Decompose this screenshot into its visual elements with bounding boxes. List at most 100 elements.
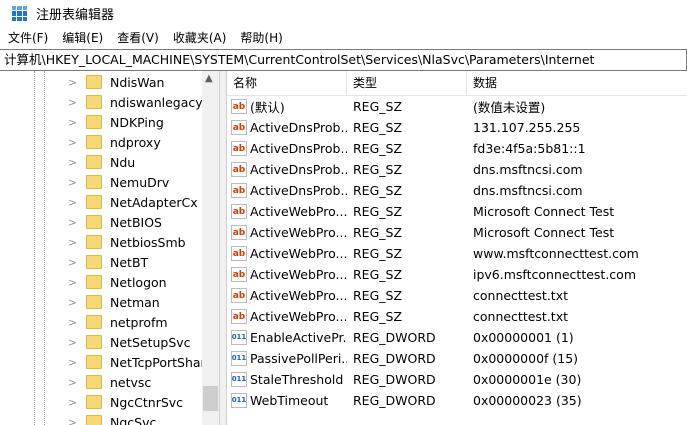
tree-item[interactable]: > NdisWan (68, 72, 164, 92)
value-row[interactable]: ab ActiveDnsProb... REG_SZ dns.msftncsi.com (227, 159, 687, 180)
tree-item[interactable]: > NgcSvc (68, 412, 156, 425)
value-row[interactable]: ab ActiveWebPro... REG_SZ connecttest.txt (227, 285, 687, 306)
tree-item-label: NgcSvc (110, 414, 157, 425)
tree-scrollbar[interactable]: ▲ (202, 71, 219, 425)
folder-icon (86, 155, 102, 169)
menu-view[interactable]: 查看(V) (117, 29, 159, 46)
tree-item[interactable]: > NetAdapterCx (68, 192, 198, 212)
menu-edit[interactable]: 编辑(E) (62, 29, 103, 46)
key-tree: > NdisWan > ndiswanlegacy > NDKPing > ndproxy > N… (0, 71, 220, 425)
tree-item[interactable]: > NetbiosSmb (68, 232, 186, 252)
folder-icon (86, 275, 102, 289)
value-row[interactable]: 011 EnableActivePr... REG_DWORD 0x00000001 … (227, 327, 687, 348)
tree-item[interactable]: > NDKPing (68, 112, 164, 132)
menu-favorites[interactable]: 收藏夹(A) (173, 29, 227, 46)
value-name: ActiveWebPro... (250, 267, 347, 282)
tree-item[interactable]: > NemuDrv (68, 172, 169, 192)
chevron-right-icon[interactable]: > (68, 336, 78, 349)
chevron-right-icon[interactable]: > (68, 136, 78, 149)
value-name: ActiveWebPro... (250, 225, 347, 240)
value-data: www.msftconnecttest.com (473, 246, 639, 261)
value-data: (数值未设置) (473, 100, 546, 115)
column-type[interactable]: 类型 (347, 70, 467, 96)
chevron-right-icon[interactable]: > (68, 156, 78, 169)
value-name: ActiveWebPro... (250, 204, 347, 219)
string-value-icon: ab (231, 267, 247, 282)
value-row[interactable]: ab ActiveWebPro... REG_SZ www.msftconnectte… (227, 243, 687, 264)
chevron-right-icon[interactable]: > (68, 116, 78, 129)
address-bar[interactable]: 计算机\HKEY_LOCAL_MACHINE\SYSTEM\CurrentCon… (0, 49, 687, 71)
value-row[interactable]: ab ActiveDnsProb... REG_SZ fd3e:4f5a:5b81::… (227, 138, 687, 159)
value-name: PassivePollPeri... (250, 351, 347, 366)
tree-item[interactable]: > NgcCtnrSvc (68, 392, 183, 412)
tree-item-label: NdisWan (110, 74, 165, 90)
tree-item[interactable]: > ndiswanlegacy (68, 92, 203, 112)
value-type: REG_SZ (353, 162, 403, 177)
tree-item[interactable]: > Netman (68, 292, 160, 312)
chevron-right-icon[interactable]: > (68, 96, 78, 109)
chevron-right-icon[interactable]: > (68, 76, 78, 89)
tree-item[interactable]: > NetSetupSvc (68, 332, 191, 352)
chevron-right-icon[interactable]: > (68, 196, 78, 209)
chevron-right-icon[interactable]: > (68, 416, 78, 425)
value-row[interactable]: ab ActiveWebPro... REG_SZ ipv6.msftconnectt… (227, 264, 687, 285)
chevron-right-icon[interactable]: > (68, 396, 78, 409)
value-row[interactable]: 011 StaleThreshold REG_DWORD 0x0000001e (30… (227, 369, 687, 390)
chevron-right-icon[interactable]: > (68, 236, 78, 249)
chevron-right-icon[interactable]: > (68, 316, 78, 329)
tree-item[interactable]: > NetBT (68, 252, 148, 272)
tree-item-label: NetAdapterCx (110, 194, 198, 210)
value-name: (默认) (250, 100, 285, 115)
tree-item-label: Netlogon (110, 274, 167, 290)
chevron-right-icon[interactable]: > (68, 296, 78, 309)
chevron-right-icon[interactable]: > (68, 176, 78, 189)
value-type: REG_SZ (353, 141, 403, 156)
value-data: connecttest.txt (473, 288, 569, 303)
chevron-right-icon[interactable]: > (68, 356, 78, 369)
tree-item[interactable]: > NetBIOS (68, 212, 162, 232)
tree-item[interactable]: > ndproxy (68, 132, 161, 152)
value-type: REG_DWORD (353, 372, 436, 387)
value-data: 0x0000001e (30) (473, 372, 582, 387)
value-data: fd3e:4f5a:5b81::1 (473, 141, 586, 156)
column-name[interactable]: 名称 (227, 70, 347, 96)
value-row[interactable]: ab ActiveWebPro... REG_SZ connecttest.txt (227, 306, 687, 327)
scroll-up-icon[interactable]: ▲ (205, 73, 213, 84)
window-title: 注册表编辑器 (36, 8, 115, 23)
value-name: ActiveDnsProb... (250, 120, 347, 135)
value-row[interactable]: 011 WebTimeout REG_DWORD 0x00000023 (35) (227, 390, 687, 411)
value-row[interactable]: ab ActiveDnsProb... REG_SZ dns.msftncsi.com (227, 180, 687, 201)
chevron-right-icon[interactable]: > (68, 216, 78, 229)
menu-file[interactable]: 文件(F) (8, 29, 48, 46)
tree-item[interactable]: > NetTcpPortSharing (68, 352, 219, 372)
chevron-right-icon[interactable]: > (68, 376, 78, 389)
value-name: ActiveWebPro... (250, 246, 347, 261)
value-name: StaleThreshold (250, 372, 344, 387)
value-type: REG_DWORD (353, 351, 436, 366)
folder-icon (86, 335, 102, 349)
value-row[interactable]: ab (默认) REG_SZ (数值未设置) (227, 96, 687, 117)
tree-item[interactable]: > Netlogon (68, 272, 167, 292)
value-type: REG_SZ (353, 204, 403, 219)
chevron-right-icon[interactable]: > (68, 256, 78, 269)
value-row[interactable]: ab ActiveWebPro... REG_SZ Microsoft Connect… (227, 222, 687, 243)
tree-item-label: NetSetupSvc (110, 334, 191, 350)
value-name: ActiveDnsProb... (250, 141, 347, 156)
value-row[interactable]: ab ActiveWebPro... REG_SZ Microsoft Connect… (227, 201, 687, 222)
value-data: connecttest.txt (473, 309, 569, 324)
value-row[interactable]: 011 PassivePollPeri... REG_DWORD 0x0000000f… (227, 348, 687, 369)
tree-item[interactable]: > netprofm (68, 312, 168, 332)
tree-item[interactable]: > netvsc (68, 372, 151, 392)
folder-icon (86, 395, 102, 409)
value-row[interactable]: ab ActiveDnsProb... REG_SZ 131.107.255.255 (227, 117, 687, 138)
folder-icon (86, 375, 102, 389)
tree-item-label: Netman (110, 294, 160, 310)
chevron-right-icon[interactable]: > (68, 276, 78, 289)
string-value-icon: ab (231, 162, 247, 177)
scroll-thumb[interactable] (203, 386, 218, 411)
value-name: WebTimeout (250, 393, 329, 408)
column-data[interactable]: 数据 (467, 71, 687, 96)
menu-help[interactable]: 帮助(H) (240, 29, 282, 46)
value-type: REG_SZ (353, 267, 403, 282)
tree-item[interactable]: > Ndu (68, 152, 135, 172)
